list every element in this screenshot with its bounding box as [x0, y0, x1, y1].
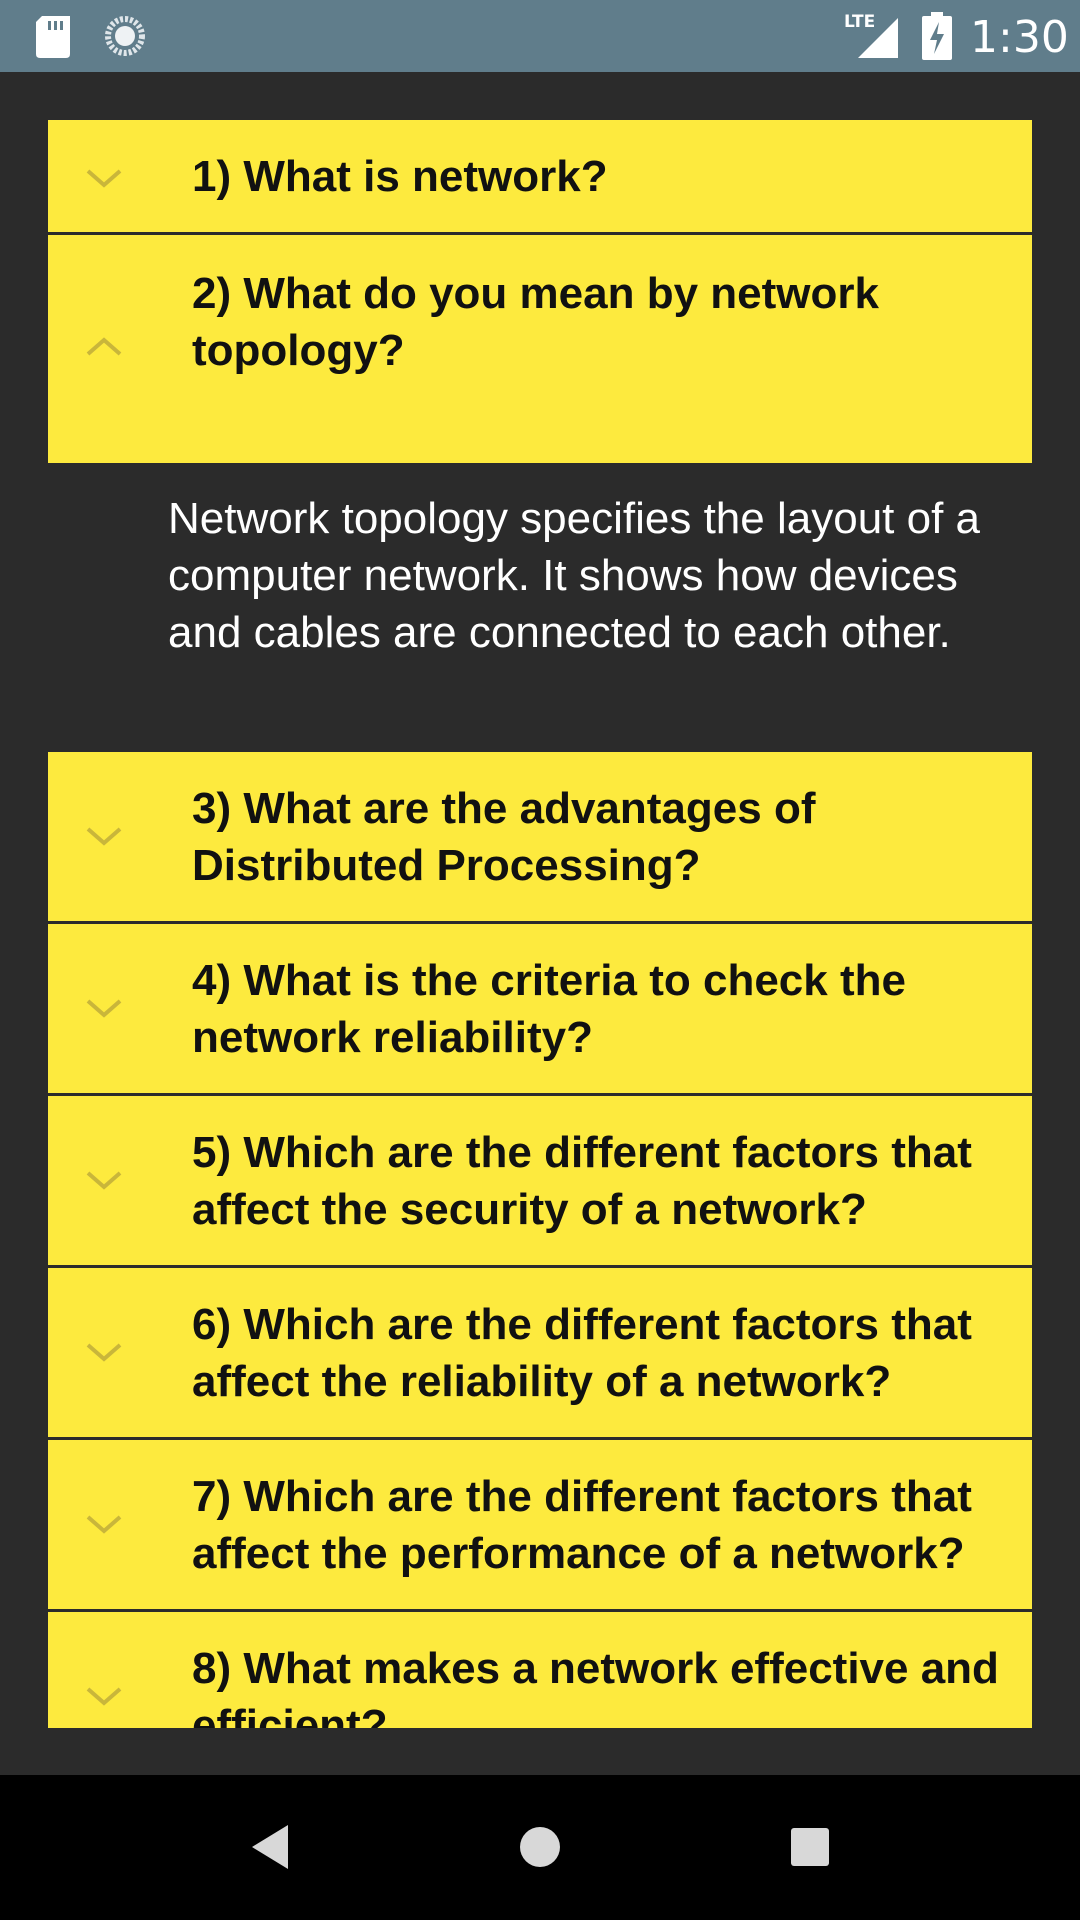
faq-item-7[interactable]: 7) Which are the different factors that … [48, 1440, 1032, 1609]
faq-question: 8) What makes a network effective and ef… [192, 1644, 999, 1728]
faq-item-4[interactable]: 4) What is the criteria to check the net… [48, 924, 1032, 1093]
faq-question: 2) What do you mean by network topology? [192, 269, 879, 375]
back-icon[interactable] [240, 1817, 300, 1877]
lte-signal-icon: LTE [842, 12, 898, 58]
faq-item-3[interactable]: 3) What are the advantages of Distribute… [48, 752, 1032, 921]
chevron-down-icon [86, 1515, 122, 1534]
chevron-down-icon [86, 169, 122, 188]
faq-answer: Network topology specifies the layout of… [168, 494, 981, 657]
faq-question: 5) Which are the different factors that … [192, 1128, 972, 1234]
chevron-down-icon [86, 1343, 122, 1362]
faq-item-1[interactable]: 1) What is network? [48, 120, 1032, 232]
home-icon[interactable] [510, 1817, 570, 1877]
faq-question: 7) Which are the different factors that … [192, 1472, 972, 1578]
recents-icon[interactable] [780, 1817, 840, 1877]
chevron-up-icon [86, 337, 122, 356]
sd-card-icon [36, 16, 70, 58]
faq-item-8[interactable]: 8) What makes a network effective and ef… [48, 1612, 1032, 1728]
chevron-down-icon [86, 1687, 122, 1706]
faq-question: 3) What are the advantages of Distribute… [192, 784, 816, 890]
faq-question: 4) What is the criteria to check the net… [192, 956, 906, 1062]
faq-item-6[interactable]: 6) Which are the different factors that … [48, 1268, 1032, 1437]
network-type-label: LTE [844, 12, 876, 32]
sync-icon [105, 16, 145, 56]
faq-list[interactable]: 1) What is network? 2) What do you mean … [48, 120, 1032, 1728]
status-clock: 1:30 [970, 12, 1069, 63]
status-bar: LTE 1:30 [0, 0, 1080, 72]
faq-screen: 1) What is network? 2) What do you mean … [0, 72, 1080, 1775]
navigation-bar [0, 1775, 1080, 1920]
faq-question: 6) Which are the different factors that … [192, 1300, 972, 1406]
faq-item-2[interactable]: 2) What do you mean by network topology? [48, 235, 1032, 463]
chevron-down-icon [86, 999, 122, 1018]
faq-item-5[interactable]: 5) Which are the different factors that … [48, 1096, 1032, 1265]
battery-charging-icon [922, 12, 952, 60]
chevron-down-icon [86, 827, 122, 846]
faq-question: 1) What is network? [192, 152, 608, 201]
chevron-down-icon [86, 1171, 122, 1190]
